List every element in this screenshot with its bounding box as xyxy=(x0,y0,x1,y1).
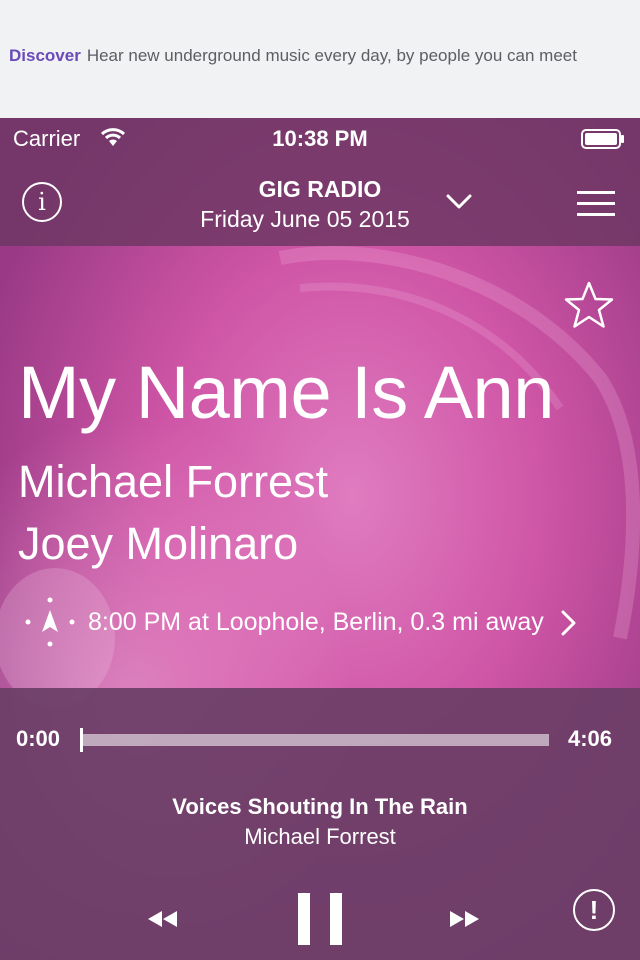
pause-icon[interactable] xyxy=(298,893,342,945)
status-time: 10:38 PM xyxy=(272,126,368,151)
total-time: 4:06 xyxy=(568,726,613,751)
rewind-icon[interactable] xyxy=(145,909,179,929)
status-bar: Carrier 10:38 PM xyxy=(0,118,640,160)
progress-handle[interactable] xyxy=(80,728,83,752)
menu-icon[interactable] xyxy=(577,191,615,217)
battery-icon xyxy=(581,129,624,149)
location-icon xyxy=(25,597,75,647)
chevron-right-icon xyxy=(561,610,576,636)
star-icon[interactable] xyxy=(563,280,615,330)
track-artist: Michael Forrest xyxy=(244,824,396,849)
report-label: ! xyxy=(589,894,599,925)
station-date[interactable]: Friday June 05 2015 xyxy=(0,206,610,233)
song-title: My Name Is Ann xyxy=(18,351,554,434)
station-title[interactable]: GIG RADIO xyxy=(0,176,640,203)
event-row[interactable]: 8:00 PM at Loophole, Berlin, 0.3 mi away xyxy=(20,594,620,650)
elapsed-time: 0:00 xyxy=(16,726,61,751)
header-bar: i GIG RADIO Friday June 05 2015 xyxy=(0,160,640,246)
event-details: 8:00 PM at Loophole, Berlin, 0.3 mi away xyxy=(88,608,544,636)
chevron-down-icon[interactable] xyxy=(446,194,472,210)
artist-name[interactable]: Joey Molinaro xyxy=(18,518,298,570)
fast-forward-icon[interactable] xyxy=(448,909,482,929)
player-panel: 0:00 4:06 Voices Shouting In The Rain Mi… xyxy=(0,688,640,960)
banner-text: Discover Hear new underground music every… xyxy=(9,46,577,66)
app-screen: Carrier 10:38 PM i GIG RADIO Friday June… xyxy=(0,118,640,960)
artist-name[interactable]: Michael Forrest xyxy=(18,456,328,508)
progress-bar[interactable] xyxy=(82,734,549,746)
banner-description: Hear new underground music every day, by… xyxy=(86,46,577,65)
discover-banner[interactable]: Discover Hear new underground music every… xyxy=(0,0,640,118)
track-title: Voices Shouting In The Rain xyxy=(172,794,468,819)
banner-label: Discover xyxy=(9,46,81,65)
exclamation-icon[interactable]: ! xyxy=(573,889,615,931)
